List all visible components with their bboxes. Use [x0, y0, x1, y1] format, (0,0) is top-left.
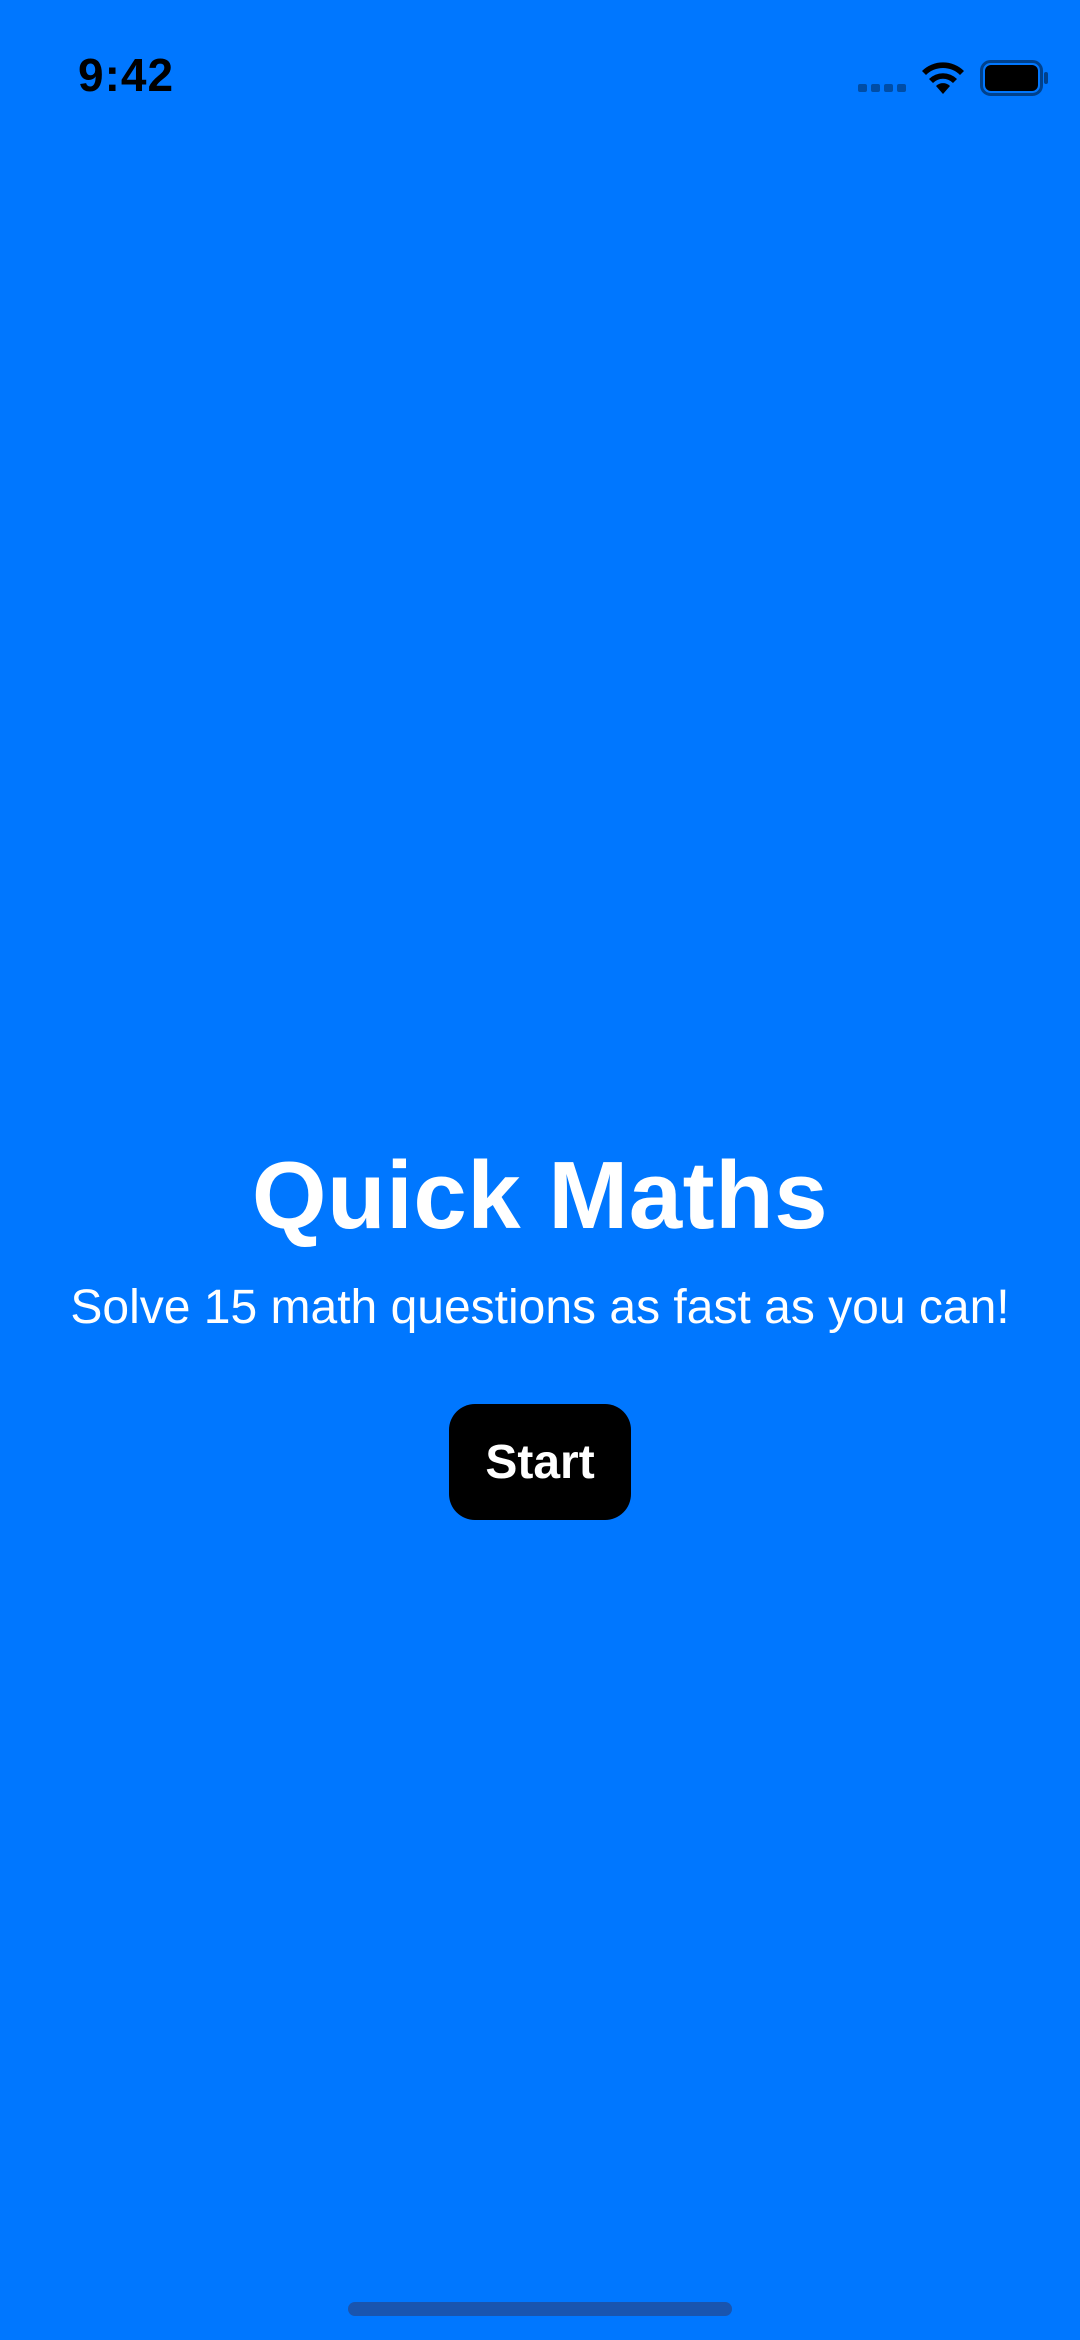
- app-subtitle: Solve 15 math questions as fast as you c…: [70, 1281, 1010, 1334]
- signal-icon: [858, 84, 908, 94]
- wifi-icon: [922, 62, 964, 94]
- main-content: Quick Maths Solve 15 math questions as f…: [0, 1140, 1080, 1520]
- battery-icon: [980, 60, 1048, 96]
- status-bar: 9:42: [0, 0, 1080, 150]
- app-title: Quick Maths: [251, 1142, 829, 1249]
- status-time: 9:42: [78, 49, 175, 101]
- start-button[interactable]: Start: [449, 1404, 631, 1520]
- home-indicator[interactable]: [348, 2302, 732, 2316]
